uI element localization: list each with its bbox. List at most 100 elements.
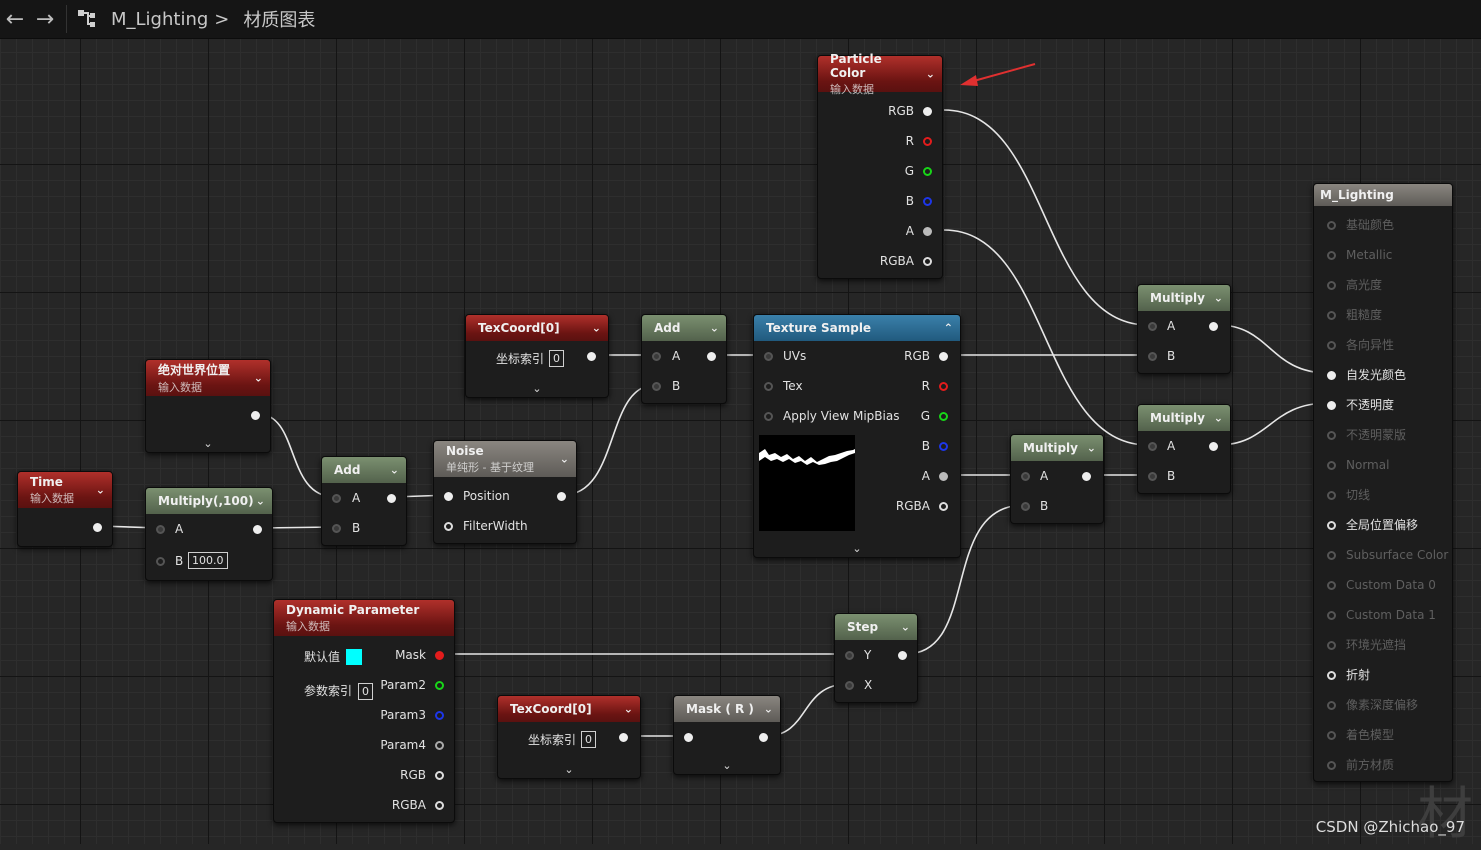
output-pin[interactable] xyxy=(898,651,907,660)
output-pin-a[interactable] xyxy=(939,472,948,481)
material-input-pin[interactable] xyxy=(1327,281,1336,290)
output-pin[interactable] xyxy=(1082,472,1091,481)
forward-arrow-icon[interactable]: → xyxy=(30,4,60,34)
output-pin[interactable] xyxy=(587,352,596,361)
multiply-node[interactable]: Multiply ⌄ A B xyxy=(1010,434,1104,524)
input-pin-a[interactable] xyxy=(1148,322,1157,331)
chevron-down-icon[interactable]: ⌄ xyxy=(560,453,569,466)
output-pin-r[interactable] xyxy=(923,137,932,146)
output-pin[interactable] xyxy=(759,733,768,742)
input-pin-a[interactable] xyxy=(156,525,165,534)
output-pin-rgb[interactable] xyxy=(939,352,948,361)
noise-node[interactable]: Noise 单纯形 - 基于纹理 ⌄ Position FilterWidth xyxy=(433,440,577,544)
b-value-input[interactable]: 100.0 xyxy=(188,552,228,569)
material-input-pin[interactable] xyxy=(1327,221,1336,230)
output-pin-param3[interactable] xyxy=(435,711,444,720)
material-input-pin[interactable] xyxy=(1327,581,1336,590)
material-input-pin[interactable] xyxy=(1327,761,1336,770)
component-mask-node[interactable]: Mask ( R ) ⌄ ⌄ xyxy=(673,695,781,775)
absolute-world-position-node[interactable]: 绝对世界位置 输入数据 ⌄ ⌄ xyxy=(145,359,271,453)
collapse-chevron-icon[interactable]: ⌄ xyxy=(754,542,960,555)
output-pin-a[interactable] xyxy=(923,227,932,236)
chevron-down-icon[interactable]: ⌄ xyxy=(254,372,263,385)
input-pin-b[interactable] xyxy=(652,382,661,391)
node-header[interactable]: Dynamic Parameter 输入数据 xyxy=(274,600,454,636)
chevron-down-icon[interactable]: ⌄ xyxy=(901,621,910,634)
expand-chevron-icon[interactable]: ⌄ xyxy=(146,437,270,450)
output-pin-rgb[interactable] xyxy=(435,771,444,780)
texcoord-node[interactable]: TexCoord[0] ⌄ 坐标索引 0 ⌄ xyxy=(497,695,641,779)
input-pin-filterwidth[interactable] xyxy=(444,522,453,531)
time-node[interactable]: Time 输入数据 ⌄ xyxy=(17,471,113,547)
input-pin-position[interactable] xyxy=(444,492,453,501)
node-header[interactable]: Multiply ⌄ xyxy=(1011,435,1103,461)
material-input-pin[interactable] xyxy=(1327,551,1336,560)
chevron-down-icon[interactable]: ⌄ xyxy=(710,322,719,335)
node-header[interactable]: Add ⌄ xyxy=(322,457,406,483)
chevron-down-icon[interactable]: ⌄ xyxy=(764,703,773,716)
input-pin-b[interactable] xyxy=(332,524,341,533)
material-input-pin[interactable] xyxy=(1327,701,1336,710)
default-color-swatch[interactable] xyxy=(346,649,362,665)
node-header[interactable]: Time 输入数据 ⌄ xyxy=(18,472,112,508)
material-input-pin[interactable] xyxy=(1327,311,1336,320)
material-input-pin[interactable] xyxy=(1327,491,1336,500)
node-header[interactable]: Step ⌄ xyxy=(835,614,917,640)
node-header[interactable]: Particle Color 输入数据 ⌄ xyxy=(818,52,942,96)
output-pin-g[interactable] xyxy=(939,412,948,421)
input-pin-tex[interactable] xyxy=(764,382,773,391)
output-pin-rgba[interactable] xyxy=(939,502,948,511)
output-pin[interactable] xyxy=(1209,322,1218,331)
multiply-node[interactable]: Multiply ⌄ A B xyxy=(1137,284,1231,374)
input-pin[interactable] xyxy=(684,733,693,742)
chevron-down-icon[interactable]: ⌄ xyxy=(256,495,265,508)
output-pin[interactable] xyxy=(387,494,396,503)
chevron-down-icon[interactable]: ⌄ xyxy=(1214,292,1223,305)
breadcrumb-asset[interactable]: M_Lighting xyxy=(111,9,208,30)
output-pin[interactable] xyxy=(557,492,566,501)
node-header[interactable]: Add ⌄ xyxy=(642,315,726,341)
output-pin[interactable] xyxy=(253,525,262,534)
material-input-pin[interactable] xyxy=(1327,641,1336,650)
node-header[interactable]: Multiply(,100) ⌄ xyxy=(146,488,272,514)
param-index-input[interactable]: 0 xyxy=(358,683,373,700)
material-input-pin[interactable] xyxy=(1327,341,1336,350)
step-node[interactable]: Step ⌄ Y X xyxy=(834,613,918,703)
expand-chevron-icon[interactable]: ⌄ xyxy=(466,382,608,395)
input-pin-b[interactable] xyxy=(1021,502,1030,511)
input-pin-uvs[interactable] xyxy=(764,352,773,361)
multiply-node[interactable]: Multiply ⌄ A B xyxy=(1137,404,1231,494)
material-input-pin[interactable] xyxy=(1327,671,1336,680)
graph-hierarchy-icon[interactable] xyxy=(73,4,103,34)
expand-chevron-icon[interactable]: ⌄ xyxy=(498,763,640,776)
output-pin-param4[interactable] xyxy=(435,741,444,750)
chevron-down-icon[interactable]: ⌄ xyxy=(390,464,399,477)
input-pin-b[interactable] xyxy=(1148,352,1157,361)
output-pin-rgba[interactable] xyxy=(435,801,444,810)
add-node[interactable]: Add ⌄ A B xyxy=(321,456,407,546)
material-input-pin[interactable] xyxy=(1327,521,1336,530)
input-pin-x[interactable] xyxy=(845,681,854,690)
material-input-pin[interactable] xyxy=(1327,431,1336,440)
output-pin[interactable] xyxy=(93,523,102,532)
dynamic-parameter-node[interactable]: Dynamic Parameter 输入数据 默认值 参数索引 0 Mask P… xyxy=(273,599,455,823)
texture-sample-node[interactable]: Texture Sample ⌃ UVs Tex Apply View MipB… xyxy=(753,314,961,558)
material-input-pin[interactable] xyxy=(1327,251,1336,260)
output-pin-mask[interactable] xyxy=(435,651,444,660)
chevron-down-icon[interactable]: ⌄ xyxy=(1087,442,1096,455)
output-pin-g[interactable] xyxy=(923,167,932,176)
input-pin-a[interactable] xyxy=(652,352,661,361)
expand-chevron-icon[interactable]: ⌄ xyxy=(674,759,780,772)
texcoord-node[interactable]: TexCoord[0] ⌄ 坐标索引 0 ⌄ xyxy=(465,314,609,398)
chevron-down-icon[interactable]: ⌄ xyxy=(96,484,105,497)
chevron-down-icon[interactable]: ⌄ xyxy=(592,322,601,335)
input-pin-mipbias[interactable] xyxy=(764,412,773,421)
output-pin-b[interactable] xyxy=(923,197,932,206)
output-pin[interactable] xyxy=(707,352,716,361)
input-pin-a[interactable] xyxy=(1148,442,1157,451)
chevron-up-icon[interactable]: ⌃ xyxy=(944,322,953,335)
output-pin-rgb[interactable] xyxy=(923,107,932,116)
input-pin-a[interactable] xyxy=(332,494,341,503)
particle-color-node[interactable]: Particle Color 输入数据 ⌄ RGB R G B A RGBA xyxy=(817,52,943,279)
input-pin-y[interactable] xyxy=(845,651,854,660)
